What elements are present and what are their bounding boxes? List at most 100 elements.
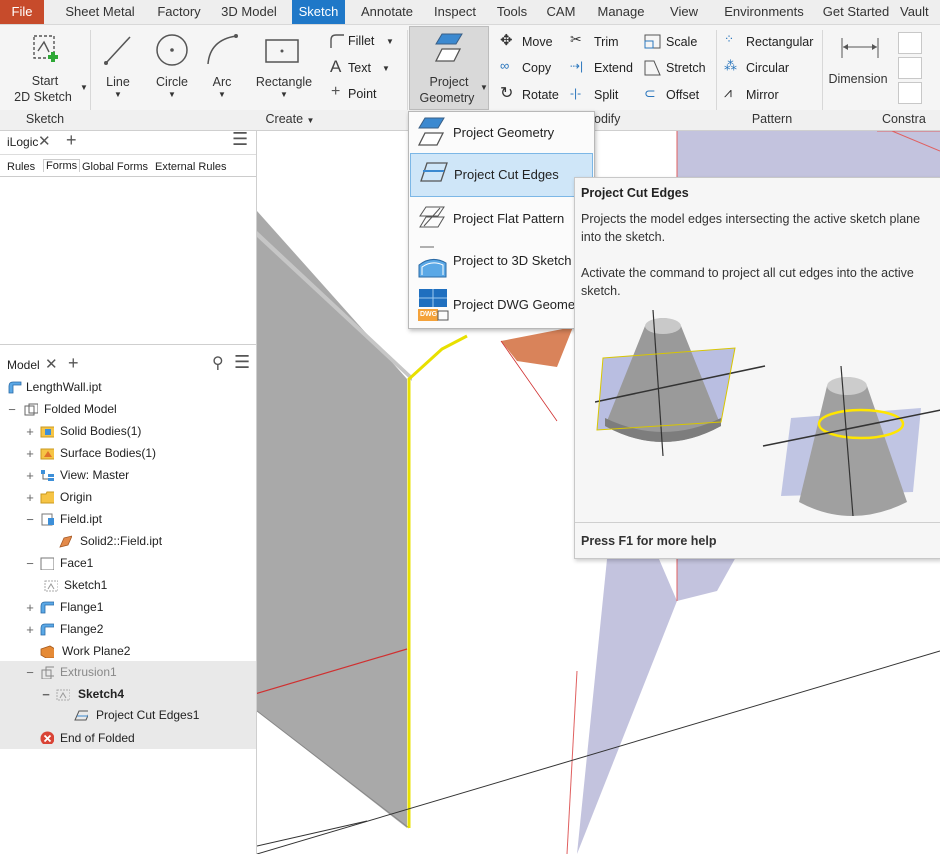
trim-button[interactable]: ✂ Trim [570, 31, 630, 52]
tab-get-started[interactable]: Get Started [818, 0, 894, 24]
circle-button[interactable]: Circle ▼ [148, 28, 196, 100]
extend-button[interactable]: ⇢| Extend [570, 58, 636, 78]
constraint-icon-3[interactable] [898, 82, 922, 104]
circular-pattern-button[interactable]: ⁂ Circular [722, 58, 806, 78]
stretch-button[interactable]: Stretch [642, 58, 714, 78]
tree-item-project-cut-edges1[interactable]: Project Cut Edges1 [74, 705, 254, 726]
dimension-label: Dimension [828, 72, 888, 86]
tree-item-field-ipt[interactable]: − Field.ipt [24, 509, 254, 530]
tooltip-description-2: Activate the command to project all cut … [581, 266, 914, 298]
tree-item-extrusion1[interactable]: − Extrusion1 [24, 662, 254, 683]
project-geometry-button[interactable]: Project Geometry ▼ [409, 26, 489, 110]
tree-item-surface-bodies[interactable]: + Surface Bodies(1) [24, 443, 254, 464]
menu-item-project-cut-edges[interactable]: Project Cut Edges [410, 153, 593, 197]
constraint-icon-1[interactable] [898, 32, 922, 54]
tree-item-sketch4[interactable]: − Sketch4 [40, 684, 250, 705]
tree-item-flange2[interactable]: + Flange2 [24, 619, 254, 640]
dwg-badge: DWG [420, 311, 438, 318]
menu-icon[interactable]: ☰ [234, 352, 250, 373]
tree-item-folded-model[interactable]: − Folded Model [6, 399, 246, 420]
move-button[interactable]: ✥ Move [500, 32, 562, 52]
chevron-down-icon: ▼ [382, 64, 390, 73]
rectangle-button[interactable]: Rectangle ▼ [252, 28, 316, 100]
offset-button[interactable]: ⊂ Offset [642, 85, 712, 105]
tree-item-sketch1[interactable]: Sketch1 [44, 575, 244, 596]
dimension-button[interactable]: Dimension [816, 28, 900, 100]
menu-item-project-to-3d-sketch[interactable]: Project to 3D Sketch [410, 240, 593, 282]
tab-tools[interactable]: Tools [490, 0, 534, 24]
tree-item-origin[interactable]: + Origin [24, 487, 254, 508]
tab-sketch[interactable]: Sketch [292, 0, 345, 24]
expand-icon[interactable]: + [24, 487, 36, 508]
expand-icon[interactable]: + [24, 465, 36, 486]
expand-icon[interactable]: + [24, 619, 36, 640]
ilogic-tab-global-forms[interactable]: Global Forms [82, 161, 148, 173]
fillet-button[interactable]: Fillet ▼ [326, 30, 406, 52]
close-icon[interactable]: ✕ [38, 132, 51, 150]
menu-item-project-dwg-geometry[interactable]: DWG Project DWG Geomet [410, 284, 593, 326]
rectangular-pattern-button[interactable]: ⁘ Rectangular [722, 32, 820, 52]
mirror-icon: ⩘ [724, 84, 732, 100]
tab-factory[interactable]: Factory [150, 0, 208, 24]
add-tab-icon[interactable]: + [66, 130, 77, 151]
mirror-button[interactable]: ⩘ Mirror [722, 84, 792, 105]
divider [0, 344, 256, 345]
add-tab-icon[interactable]: + [68, 353, 79, 374]
text-button[interactable]: A Text ▼ [326, 57, 406, 79]
copper-face [501, 327, 573, 367]
tree-item-solid-bodies[interactable]: + Solid Bodies(1) [24, 421, 254, 442]
collapse-icon[interactable]: − [24, 509, 36, 530]
end-of-part-icon [40, 731, 54, 744]
ilogic-tab-rules[interactable]: Rules [7, 161, 35, 173]
close-icon[interactable]: ✕ [45, 355, 58, 373]
ilogic-tab-forms[interactable]: Forms [43, 159, 81, 172]
tree-item-solid2-field[interactable]: Solid2::Field.ipt [58, 531, 248, 552]
tab-view[interactable]: View [663, 0, 705, 24]
fillet-icon [330, 34, 344, 48]
tree-item-end-of-folded[interactable]: End of Folded [40, 728, 250, 749]
tab-file[interactable]: File [0, 0, 44, 24]
tree-label: Work Plane2 [62, 644, 131, 658]
tab-vault[interactable]: Vault [900, 0, 940, 24]
scale-button[interactable]: Scale [642, 32, 708, 52]
tree-item-view-master[interactable]: + View: Master [24, 465, 254, 486]
tree-item-flange1[interactable]: + Flange1 [24, 597, 254, 618]
tab-annotate[interactable]: Annotate [353, 0, 421, 24]
menu-item-project-geometry[interactable]: Project Geometry [410, 112, 593, 154]
tab-manage[interactable]: Manage [590, 0, 652, 24]
tree-label: Flange1 [60, 600, 104, 614]
group-label-create[interactable]: Create ▼ [200, 112, 380, 126]
expand-icon[interactable]: + [24, 421, 36, 442]
scale-label: Scale [666, 35, 698, 49]
tab-environments[interactable]: Environments [716, 0, 812, 24]
tab-3d-model[interactable]: 3D Model [214, 0, 284, 24]
line-button[interactable]: Line ▼ [96, 28, 140, 100]
tab-cam[interactable]: CAM [543, 0, 579, 24]
expand-icon[interactable]: + [24, 597, 36, 618]
ilogic-tab-external-rules[interactable]: External Rules [155, 161, 227, 173]
expand-icon[interactable]: + [24, 443, 36, 464]
collapse-icon[interactable]: − [40, 684, 52, 705]
project-geometry-icon [417, 117, 445, 146]
tree-item-face1[interactable]: − Face1 [24, 553, 254, 574]
collapse-icon[interactable]: − [24, 662, 36, 683]
arc-button[interactable]: Arc ▼ [200, 28, 244, 100]
copy-button[interactable]: ∞ Copy [500, 58, 562, 78]
project-geometry-menu: Project Geometry Project Cut Edges Proje… [408, 111, 595, 329]
chevron-down-icon: ▼ [80, 83, 88, 92]
tab-sheet-metal[interactable]: Sheet Metal [57, 0, 143, 24]
menu-icon[interactable]: ☰ [232, 129, 248, 150]
tree-item-lengthwall[interactable]: LengthWall.ipt [8, 377, 248, 398]
view-icon [41, 470, 54, 481]
search-icon[interactable]: ⚲ [212, 353, 224, 373]
tab-inspect[interactable]: Inspect [428, 0, 482, 24]
menu-item-project-flat-pattern[interactable]: Project Flat Pattern [410, 198, 593, 240]
rotate-button[interactable]: ↻ Rotate [500, 85, 562, 105]
split-button[interactable]: -|- Split [570, 85, 632, 105]
start-2d-sketch-button[interactable]: Start 2D Sketch ▼ [2, 28, 88, 108]
tree-item-work-plane2[interactable]: Work Plane2 [40, 641, 250, 662]
constraint-icon-2[interactable] [898, 57, 922, 79]
collapse-icon[interactable]: − [6, 399, 18, 420]
collapse-icon[interactable]: − [24, 553, 36, 574]
point-button[interactable]: + Point [326, 83, 406, 105]
